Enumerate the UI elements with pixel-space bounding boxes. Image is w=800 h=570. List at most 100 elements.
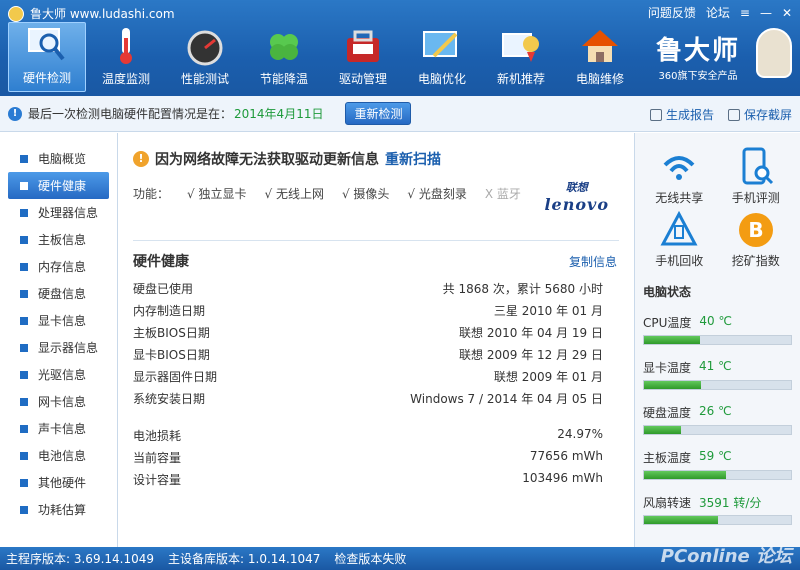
nav-label: 节能降温 [259, 72, 308, 86]
feature-item-disabled: X 蓝牙 [484, 187, 521, 201]
forum-link[interactable]: 论坛 [706, 4, 730, 21]
sidebar-item-power[interactable]: 功耗估算 [0, 496, 117, 523]
recheck-button[interactable]: 重新检测 [345, 102, 412, 125]
info-value: 联想 2009 年 12 月 29 日 [459, 348, 603, 362]
nav-performance[interactable]: 性能测试 [166, 22, 244, 92]
tool-label: 挖矿指数 [731, 254, 780, 268]
vendor-logo: 联想 lenovo [544, 179, 609, 214]
phone-scan-icon [742, 147, 773, 185]
minimize-icon[interactable]: — [760, 6, 772, 20]
status-label: 硬盘温度 [643, 406, 692, 420]
tool-links: 生成报告 保存截屏 [649, 106, 792, 123]
feature-item: √ 无线上网 [264, 187, 324, 201]
sidebar-item-cpu[interactable]: 处理器信息 [0, 199, 117, 226]
bullet-icon [20, 343, 28, 352]
sidebar-item-memory[interactable]: 内存信息 [0, 253, 117, 280]
bullet-icon [20, 451, 28, 460]
info-key: 内存制造日期 [133, 304, 206, 318]
sidebar-item-motherboard[interactable]: 主板信息 [0, 226, 117, 253]
status-bar [643, 425, 792, 435]
feedback-link[interactable]: 问题反馈 [648, 4, 696, 21]
info-row: 内存制造日期 三星 2010 年 01 月 [133, 302, 603, 319]
status-gpu: 显卡温度 41 ℃ [643, 359, 792, 390]
nav-pc-optimize[interactable]: 电脑优化 [403, 22, 481, 92]
phone-test-button[interactable]: 手机评测 [718, 147, 795, 206]
sidebar-item-gpu[interactable]: 显卡信息 [0, 307, 117, 334]
info-icon: ! [8, 106, 22, 121]
generate-report-link[interactable]: 生成报告 [649, 106, 714, 123]
status-bar [643, 515, 792, 525]
bullet-icon [20, 505, 28, 514]
nav-driver-management[interactable]: 驱动管理 [324, 22, 402, 92]
bullet-icon [20, 424, 28, 433]
nav-label: 温度监测 [101, 72, 150, 86]
status-bar [643, 335, 792, 345]
nav-label: 性能测试 [180, 72, 229, 86]
recycle-icon [660, 210, 698, 246]
save-screenshot-link[interactable]: 保存截屏 [727, 106, 792, 123]
nav-label: 电脑优化 [417, 72, 466, 86]
nav-new-pc-recommend[interactable]: 新机推荐 [482, 22, 560, 92]
sidebar-item-disk[interactable]: 硬盘信息 [0, 280, 117, 307]
info-row: 显示器固件日期 联想 2009 年 01 月 [133, 368, 603, 385]
mining-index-button[interactable]: B 挖矿指数 [718, 210, 795, 269]
bullet-icon [20, 181, 28, 190]
sidebar-item-other[interactable]: 其他硬件 [0, 469, 117, 496]
sidebar-item-optical[interactable]: 光驱信息 [0, 361, 117, 388]
status-value: 26 ℃ [699, 404, 732, 418]
nav-label: 硬件检测 [22, 71, 71, 85]
main-panel: ! 因为网络故障无法获取驱动更新信息 重新扫描 功能： √ 独立显卡 √ 无线上… [119, 133, 633, 547]
menu-icon[interactable]: ≡ [740, 6, 750, 20]
sidebar: 电脑概览 硬件健康 处理器信息 主板信息 内存信息 硬盘信息 显卡信息 显示器信… [0, 133, 118, 547]
info-value: 77656 mWh [529, 449, 603, 463]
nav-hardware-detect[interactable]: 硬件检测 [8, 22, 86, 92]
nav-energy-saving[interactable]: 节能降温 [245, 22, 323, 92]
close-icon[interactable]: ✕ [782, 6, 792, 20]
info-row: 设计容量 103496 mWh [133, 471, 603, 488]
feature-item: √ 摄像头 [341, 187, 390, 201]
tool-label: 手机回收 [655, 254, 704, 268]
sidebar-item-label: 其他硬件 [38, 476, 87, 490]
status-cpu: CPU温度 40 ℃ [643, 314, 792, 345]
status-label: 显卡温度 [643, 361, 692, 375]
phone-recycle-button[interactable]: 手机回收 [641, 210, 718, 269]
brand-tagline: 360旗下安全产品 [658, 71, 738, 82]
feature-item: √ 光盘刻录 [407, 187, 467, 201]
status-title: 电脑状态 [643, 285, 692, 299]
feature-item: √ 独立显卡 [187, 187, 247, 201]
sidebar-item-label: 光驱信息 [38, 368, 87, 382]
info-bar: ! 最后一次检测电脑硬件配置情况是在： 2014年4月11日 重新检测 生成报告… [0, 96, 800, 132]
mascot-icon [756, 28, 792, 78]
rescan-link[interactable]: 重新扫描 [385, 149, 441, 169]
sidebar-item-sound[interactable]: 声卡信息 [0, 415, 117, 442]
copy-info-link[interactable]: 复制信息 [569, 253, 617, 270]
sidebar-item-network[interactable]: 网卡信息 [0, 388, 117, 415]
sidebar-item-overview[interactable]: 电脑概览 [0, 145, 117, 172]
monitor-magnifier-icon [28, 28, 65, 61]
thermometer-icon [120, 28, 132, 64]
bullet-icon [20, 370, 28, 379]
broom-icon [423, 31, 458, 58]
status-value: 40 ℃ [699, 314, 732, 328]
warning-text: 因为网络故障无法获取驱动更新信息 [155, 152, 379, 168]
info-row: 硬盘已使用 共 1868 次，累计 5680 小时 [133, 280, 603, 297]
bullet-icon [20, 208, 28, 217]
sidebar-item-hardware-health[interactable]: 硬件健康 [8, 172, 109, 199]
nav-temperature[interactable]: 温度监测 [87, 22, 165, 92]
status-label: CPU温度 [643, 316, 692, 330]
db-version: 主设备库版本: 1.0.14.1047 [168, 552, 321, 566]
sidebar-item-label: 处理器信息 [38, 206, 99, 220]
nav-pc-repair[interactable]: 电脑维修 [561, 22, 639, 92]
sidebar-item-battery[interactable]: 电池信息 [0, 442, 117, 469]
sidebar-item-monitor[interactable]: 显示器信息 [0, 334, 117, 361]
save-screenshot-label: 保存截屏 [743, 108, 792, 122]
info-key: 设计容量 [133, 473, 182, 487]
wifi-share-button[interactable]: 无线共享 [641, 147, 718, 206]
status-bar-fill [644, 426, 681, 434]
info-key: 当前容量 [133, 451, 182, 465]
nav-label: 驱动管理 [338, 72, 387, 86]
status-bar-fill [644, 471, 727, 479]
tool-label: 无线共享 [655, 191, 704, 205]
report-icon [649, 108, 662, 121]
sidebar-item-label: 内存信息 [38, 260, 87, 274]
